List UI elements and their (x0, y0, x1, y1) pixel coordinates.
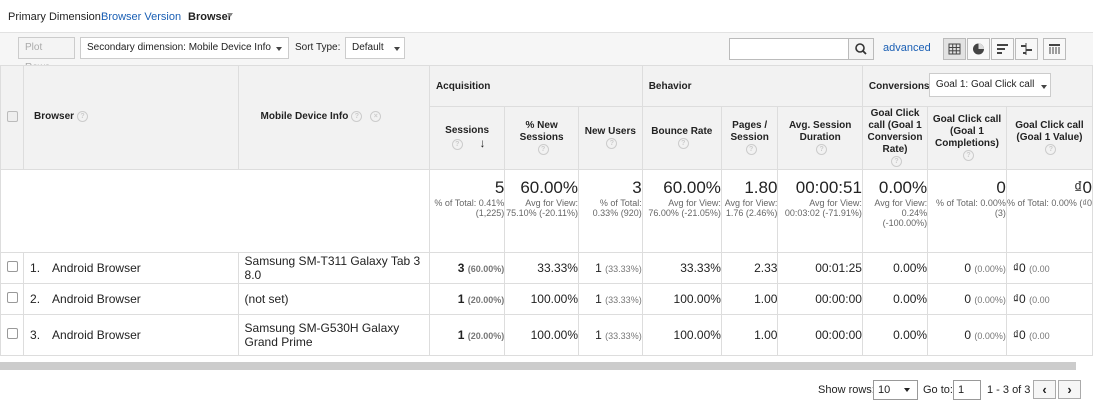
chevron-down-icon (394, 47, 400, 51)
select-all-cell (0, 65, 25, 170)
chevron-down-icon (1040, 85, 1047, 89)
table-row[interactable]: 3. Android Browser Samsung SM-G530H Galax… (0, 314, 1093, 356)
goal-select[interactable]: Goal 1: Goal Click call (928, 73, 1051, 97)
mobile-device-info-column-header[interactable]: Mobile Device Info? × (237, 65, 430, 170)
next-page-button[interactable]: › (1058, 380, 1081, 399)
help-icon[interactable]: ? (816, 143, 828, 155)
table-row[interactable]: 2. Android Browser (not set) 1 (20.00%) 1… (0, 283, 1093, 315)
grid-icon (948, 43, 961, 55)
device-cell-link[interactable]: (not set) (237, 283, 430, 315)
help-icon[interactable]: ? (677, 137, 689, 149)
new-sessions-column-header[interactable]: % New Sessions? (504, 106, 579, 170)
browser-version-link[interactable]: Browser Version (101, 11, 181, 23)
horizontal-scrollbar[interactable] (0, 362, 1076, 370)
goal-value-column-header[interactable]: Goal Click call (Goal 1 Value)? (1005, 106, 1093, 170)
chevron-down-icon (276, 47, 282, 51)
goal-conversion-rate-column-header[interactable]: Goal Click call (Goal 1 Conversion Rate)… (861, 106, 929, 170)
pages-session-total: 1.80 Avg for View: 1.76 (2.46%) (720, 169, 779, 253)
row-checkbox[interactable] (6, 292, 18, 303)
goal-completions-column-header[interactable]: Goal Click call (Goal 1 Completions)? (927, 106, 1007, 170)
goal-value-total: ₫0% of Total: 0.00% (₫0 (1005, 169, 1093, 253)
goal-conversion-rate-total: 0.00% Avg for View: 0.24% (-100.00%) (861, 169, 929, 253)
behavior-group-header: Behavior (641, 65, 863, 107)
remove-dimension-icon[interactable]: × (370, 111, 382, 123)
help-icon[interactable]: ? (1045, 143, 1057, 155)
plot-rows-button[interactable]: Plot Rows (18, 37, 75, 73)
sessions-column-header[interactable]: Sessions? ↓ (428, 106, 506, 170)
bounce-rate-total: 60.00% Avg for View: 76.00% (-21.05%) (641, 169, 722, 253)
totals-row: 5% of Total: 0.41% (1,225) 60.00% Avg for… (0, 169, 1093, 253)
pie-chart-icon (973, 43, 984, 55)
comparison-view-button[interactable] (1015, 38, 1038, 60)
table-row[interactable]: 1. Android Browser Samsung SM-T311 Galaxy… (0, 252, 1093, 284)
bar-list-icon (997, 44, 1008, 54)
show-rows-value: 10 (878, 384, 891, 396)
help-icon[interactable]: ? (891, 155, 903, 167)
primary-dimension-label: Primary Dimension: (8, 11, 104, 23)
bounce-rate-column-header[interactable]: Bounce Rate? (641, 106, 722, 170)
acquisition-group-header: Acquisition (428, 65, 643, 107)
report-table: Browser? Mobile Device Info? × Acquisitio… (0, 65, 1093, 356)
search-icon (855, 43, 867, 55)
help-icon[interactable]: ? (745, 143, 757, 155)
chevron-down-icon (904, 388, 910, 392)
row-checkbox[interactable] (6, 328, 18, 339)
goal-completions-total: 0% of Total: 0.00% (3) (927, 169, 1007, 253)
data-view-button[interactable] (943, 38, 966, 60)
conversions-group-header: Conversions Goal 1: Goal Click call (861, 65, 1093, 107)
pivot-view-button[interactable] (1043, 38, 1066, 60)
goal-select-value: Goal 1: Goal Click call (935, 79, 1035, 90)
browser-dimension-current[interactable]: Browser (188, 11, 232, 23)
sort-type-label: Sort Type: (295, 42, 341, 53)
secondary-dimension-select[interactable]: Secondary dimension: Mobile Device Info (80, 37, 289, 59)
sessions-total: 5% of Total: 0.41% (1,225) (428, 169, 506, 253)
previous-page-button[interactable]: ‹ (1033, 380, 1056, 399)
device-cell-link[interactable]: Samsung SM-G530H Galaxy Grand Prime (237, 314, 430, 356)
conversions-label: Conversions (868, 80, 930, 92)
group-header-row: Browser? Mobile Device Info? × Acquisitio… (0, 65, 1093, 170)
show-rows-label: Show rows: (818, 384, 875, 396)
page-range: 1 - 3 of 3 (987, 384, 1031, 396)
row-checkbox[interactable] (6, 261, 18, 272)
pivot-icon (1049, 44, 1060, 54)
help-icon[interactable]: ? (606, 137, 618, 149)
browser-cell-link[interactable]: Android Browser (52, 292, 141, 306)
percentage-view-button[interactable] (967, 38, 990, 60)
chevron-left-icon: ‹ (1042, 382, 1047, 397)
new-sessions-total: 60.00% Avg for View: 75.10% (-20.11%) (504, 169, 579, 253)
help-icon[interactable]: ? (451, 138, 463, 150)
new-users-column-header[interactable]: New Users? (577, 106, 643, 170)
browser-column-header[interactable]: Browser? (23, 65, 239, 170)
browser-cell-link[interactable]: Android Browser (52, 328, 141, 342)
goto-label: Go to: (923, 384, 953, 396)
select-all-checkbox[interactable] (6, 110, 18, 122)
table-toolbar: Plot Rows Secondary dimension: Mobile De… (0, 32, 1093, 73)
search-button[interactable] (848, 39, 873, 59)
avg-session-duration-column-header[interactable]: Avg. Session Duration? (777, 106, 863, 170)
table-search-input[interactable] (729, 38, 874, 60)
comparison-icon (1021, 43, 1032, 55)
new-users-total: 3% of Total: 0.33% (920) (577, 169, 643, 253)
sort-descending-icon[interactable]: ↓ (480, 136, 486, 150)
chevron-down-icon[interactable] (227, 13, 233, 17)
pages-session-column-header[interactable]: Pages / Session? (720, 106, 779, 170)
chevron-right-icon: › (1067, 382, 1072, 397)
browser-cell-link[interactable]: Android Browser (52, 261, 141, 275)
show-rows-select[interactable]: 10 (873, 380, 918, 400)
help-icon[interactable]: ? (963, 149, 974, 161)
sort-type-value: Default (352, 42, 384, 53)
help-icon[interactable]: ? (537, 143, 549, 155)
secondary-dimension-label: Secondary dimension: Mobile Device Info (87, 42, 271, 53)
advanced-link[interactable]: advanced (883, 42, 931, 54)
goto-page-input[interactable]: 1 (953, 380, 981, 400)
help-icon[interactable]: ? (77, 111, 89, 123)
avg-session-duration-total: 00:00:51 Avg for View: 00:03:02 (-71.91%) (777, 169, 863, 253)
primary-dimension-bar: Primary Dimension: Browser Version Brows… (0, 0, 1093, 32)
performance-view-button[interactable] (991, 38, 1014, 60)
goto-page-value: 1 (958, 384, 965, 396)
help-icon[interactable]: ? (351, 111, 363, 123)
device-cell-link[interactable]: Samsung SM-T311 Galaxy Tab 3 8.0 (237, 252, 430, 284)
